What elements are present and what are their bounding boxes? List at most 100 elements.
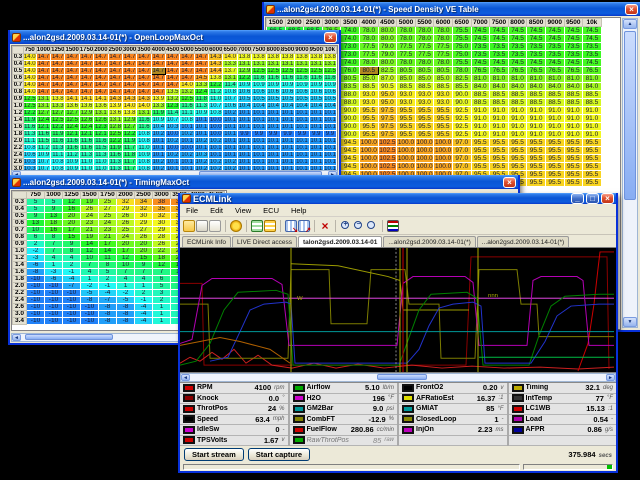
cell[interactable]: 95.5 (490, 139, 509, 147)
cell[interactable]: -4 (135, 311, 153, 318)
cell[interactable]: 10.1 (180, 124, 194, 131)
cell[interactable]: 88.5 (471, 91, 490, 99)
cell[interactable]: 95.5 (359, 131, 378, 139)
cell[interactable]: 10.1 (252, 110, 266, 117)
cell[interactable]: 9 (135, 262, 153, 269)
cell[interactable]: 76.5 (508, 67, 527, 75)
cell[interactable]: 100.0 (359, 147, 378, 155)
cell[interactable]: 2 (99, 276, 117, 283)
cell[interactable]: 10.3 (23, 159, 36, 166)
cell[interactable]: 93.0 (397, 91, 416, 99)
cell[interactable]: 10.5 (280, 96, 294, 103)
cell[interactable]: 14.7 (79, 54, 93, 61)
cell[interactable]: 13.1 (295, 61, 309, 68)
cell[interactable]: 12.7 (51, 110, 65, 117)
cell[interactable]: 12.5 (323, 68, 336, 75)
cell[interactable]: 10.1 (309, 138, 323, 145)
cell[interactable]: 10.2 (194, 138, 208, 145)
cell[interactable]: 10.9 (237, 82, 251, 89)
cell[interactable]: 95.5 (490, 163, 509, 171)
cell[interactable]: 10.8 (137, 159, 151, 166)
cell[interactable]: 95.5 (490, 147, 509, 155)
trace-color-swatch[interactable] (293, 436, 305, 444)
cell[interactable]: 10.1 (237, 152, 251, 159)
cell[interactable]: 26 (153, 241, 171, 248)
cell[interactable]: 75.0 (452, 43, 471, 51)
cell[interactable]: 14.7 (194, 54, 208, 61)
cell[interactable]: 4 (81, 269, 99, 276)
cell[interactable]: -10 (45, 311, 63, 318)
cell[interactable]: 13.8 (209, 75, 223, 82)
cell[interactable]: 10.9 (137, 152, 151, 159)
cell[interactable]: 78.0 (359, 35, 378, 43)
cell[interactable]: 80.0 (378, 27, 397, 35)
cell[interactable]: 11.6 (79, 138, 93, 145)
cell[interactable]: 73.5 (583, 43, 602, 51)
cell[interactable]: 11.0 (94, 159, 108, 166)
cell[interactable]: 6 (153, 276, 171, 283)
cell[interactable]: 14.0 (23, 89, 36, 96)
cell[interactable]: 95.5 (564, 155, 583, 163)
cell[interactable]: 14.1 (79, 96, 93, 103)
cell[interactable]: 14.7 (108, 89, 122, 96)
cell[interactable]: 11.8 (122, 152, 136, 159)
cell[interactable]: 12.1 (79, 131, 93, 138)
cell[interactable]: 95.0 (378, 99, 397, 107)
trace-color-swatch[interactable] (183, 415, 195, 423)
cell[interactable]: 91.0 (527, 123, 546, 131)
cell[interactable]: 10.2 (209, 138, 223, 145)
cell[interactable]: 10.1 (280, 159, 294, 166)
cell[interactable]: -8 (81, 297, 99, 304)
cell[interactable]: 24 (81, 213, 99, 220)
cell[interactable]: 7 (45, 248, 63, 255)
cell[interactable]: 85.0 (359, 75, 378, 83)
scroll-up-icon[interactable]: ▲ (623, 19, 637, 29)
trace-color-swatch[interactable] (183, 426, 195, 434)
cell[interactable]: 11.1 (23, 138, 36, 145)
cell[interactable]: 93.0 (397, 99, 416, 107)
cell[interactable]: 12.6 (79, 117, 93, 124)
cell[interactable]: 10.1 (295, 152, 309, 159)
cell[interactable]: 23 (81, 220, 99, 227)
cell[interactable]: 100.0 (415, 139, 434, 147)
cell[interactable]: 11.6 (51, 138, 65, 145)
cell[interactable]: -2 (81, 283, 99, 290)
cell[interactable]: 11.6 (65, 138, 79, 145)
cell[interactable]: 10.0 (166, 131, 180, 138)
cell[interactable]: 10.1 (252, 138, 266, 145)
cell[interactable]: 10.1 (223, 152, 237, 159)
trace-color-swatch[interactable] (512, 426, 524, 434)
cell[interactable]: 13.6 (65, 103, 79, 110)
cell[interactable]: 14.7 (79, 89, 93, 96)
cell[interactable]: 12 (117, 255, 135, 262)
cell[interactable]: 12.5 (51, 117, 65, 124)
cell[interactable]: 78.0 (415, 59, 434, 67)
cell[interactable]: 14.7 (151, 89, 165, 96)
cell[interactable]: 12.5 (295, 68, 309, 75)
scrollbar-thumb[interactable] (377, 374, 427, 380)
cell[interactable]: 13.8 (323, 54, 336, 61)
scrollbar-track[interactable] (190, 374, 606, 381)
cell[interactable]: -10 (63, 311, 81, 318)
cell[interactable]: 90.0 (452, 91, 471, 99)
cell[interactable]: 10.8 (180, 117, 194, 124)
cell[interactable]: 100.0 (397, 163, 416, 171)
scroll-left-icon[interactable]: ◄ (181, 374, 190, 381)
cell[interactable]: 12.2 (237, 75, 251, 82)
cell[interactable]: 1 (153, 304, 171, 311)
cell[interactable]: 88.5 (545, 99, 564, 107)
cell[interactable]: 12.5 (180, 96, 194, 103)
cell[interactable]: -7 (63, 283, 81, 290)
cell[interactable]: -4 (63, 276, 81, 283)
cell[interactable]: 17 (99, 241, 117, 248)
cell[interactable]: 85.0 (434, 75, 453, 83)
cell[interactable]: 10.1 (209, 152, 223, 159)
cell[interactable]: 9 (63, 241, 81, 248)
cell[interactable]: 94.5 (341, 163, 360, 171)
cell[interactable]: 20 (135, 248, 153, 255)
cell[interactable]: 95.5 (545, 139, 564, 147)
cell[interactable]: 14.7 (137, 75, 151, 82)
cell[interactable]: 12.2 (51, 124, 65, 131)
cell[interactable]: 11.0 (79, 159, 93, 166)
cell[interactable]: 92.5 (452, 131, 471, 139)
